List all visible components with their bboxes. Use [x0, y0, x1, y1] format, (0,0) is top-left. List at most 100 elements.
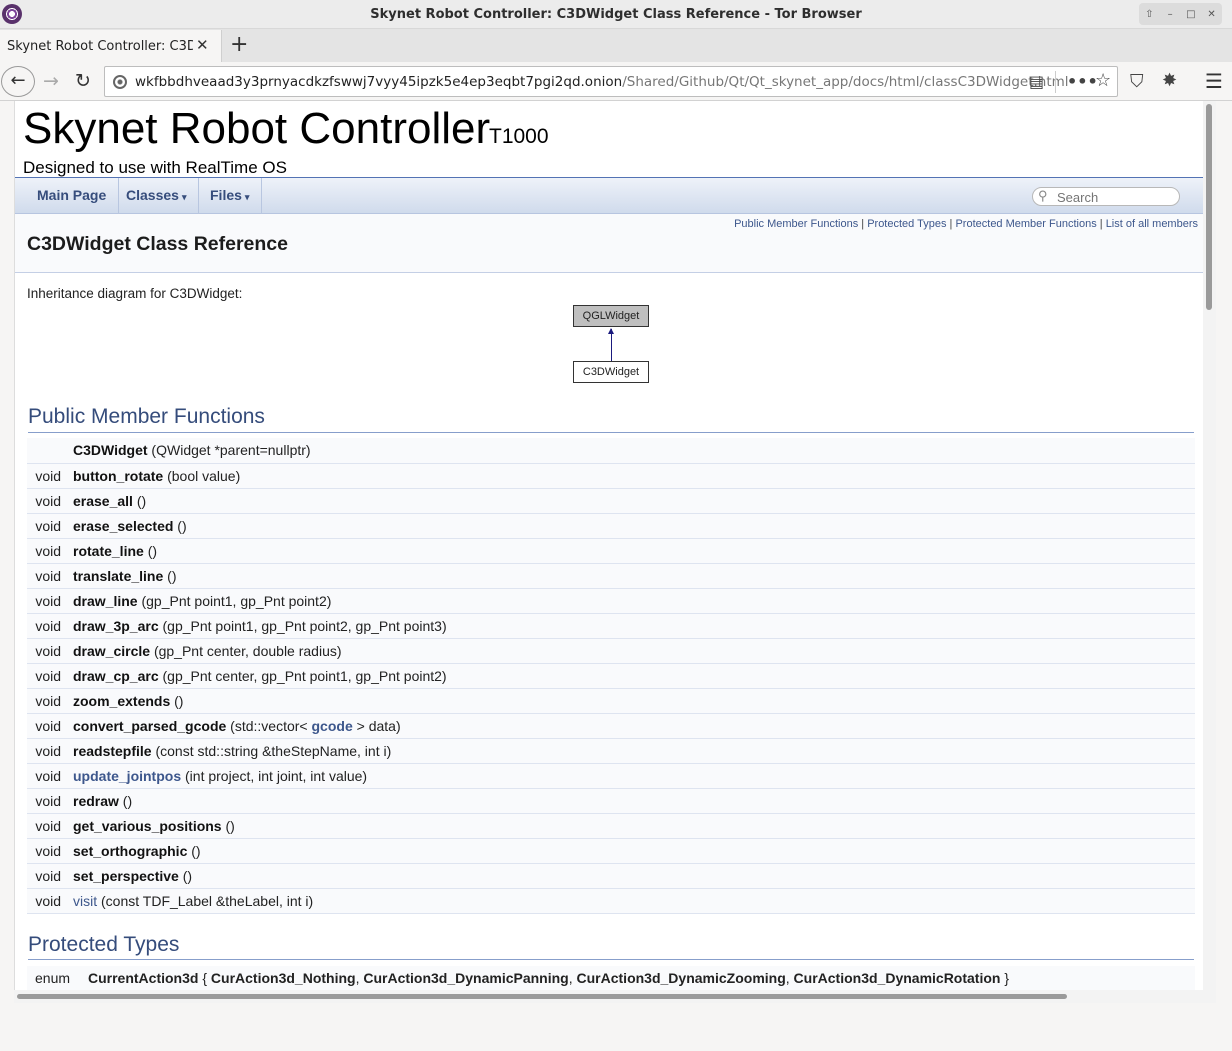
enum-brace: }: [1000, 970, 1010, 986]
tor-circuit-icon[interactable]: ✸: [1162, 70, 1177, 91]
tab-active[interactable]: Skynet Robot Controller: C3DWidget Class…: [0, 30, 222, 62]
site-info-icon[interactable]: [113, 75, 127, 89]
security-shield-icon[interactable]: ⛉: [1130, 71, 1144, 92]
member-args: (bool value): [163, 467, 241, 484]
new-tab-button[interactable]: +: [230, 32, 248, 57]
inheritance-diagram: QGLWidget C3DWidget: [573, 305, 650, 385]
enum-separator: ,: [785, 970, 794, 986]
member-args: > data): [352, 717, 401, 734]
member-type: void: [27, 488, 73, 514]
member-args: (): [143, 542, 158, 559]
member-args: (): [221, 817, 235, 834]
member-type: void: [27, 563, 73, 589]
member-row: void translate_line (): [27, 563, 1195, 589]
window-minimize-button[interactable]: –: [1162, 9, 1178, 20]
bookmark-star-icon[interactable]: ☆: [1095, 70, 1111, 91]
summary-link-all-members[interactable]: List of all members: [1106, 218, 1198, 230]
member-name-set-orthographic: set_orthographic: [73, 842, 188, 859]
window-titlebar: Skynet Robot Controller: C3DWidget Class…: [0, 0, 1232, 29]
reload-button[interactable]: ↻: [75, 69, 91, 93]
member-row: void convert_parsed_gcode (std::vector< g…: [27, 713, 1195, 739]
member-signature: visit (const TDF_Label &theLabel, int i): [73, 888, 1195, 914]
member-row: void redraw (): [27, 788, 1195, 814]
summary-link-public-member-functions[interactable]: Public Member Functions: [734, 218, 858, 230]
summary-separator: |: [858, 218, 868, 230]
enum-separator: ,: [568, 970, 577, 986]
summary-separator: |: [1096, 218, 1106, 230]
type-link-gcode[interactable]: gcode: [312, 718, 353, 734]
url-text[interactable]: wkfbbdhveaad3y3prnyacdkzfswwj7vyy45ipzk5…: [135, 74, 1069, 90]
back-button[interactable]: ←: [1, 66, 35, 97]
member-row: void visit (const TDF_Label &theLabel, in…: [27, 888, 1195, 914]
member-type: void: [27, 788, 73, 814]
member-type: void: [27, 638, 73, 664]
window-maximize-button[interactable]: □: [1183, 9, 1199, 20]
member-args: (): [132, 492, 147, 509]
member-signature: readstepfile (const std::string &theStep…: [73, 738, 1195, 764]
member-type: void: [27, 538, 73, 564]
tab-close-icon[interactable]: ✕: [196, 36, 209, 54]
member-name-rotate-line: rotate_line: [73, 542, 144, 559]
menu-main-page[interactable]: Main Page: [25, 178, 120, 214]
member-signature: convert_parsed_gcode (std::vector< gcode…: [73, 713, 1195, 739]
reader-view-icon[interactable]: ▤: [1029, 72, 1044, 91]
enum-name: CurrentAction3d: [88, 970, 199, 986]
doc-search-box[interactable]: ⚲: [1032, 187, 1180, 206]
member-table: C3DWidget (QWidget *parent=nullptr) void b…: [27, 438, 1195, 914]
window-controls: ⇧ – □ ✕: [1139, 3, 1222, 25]
doc-menubar: Main Page Classes ▾ Files ▾ ⚲: [15, 178, 1203, 214]
summary-link-protected-member-functions[interactable]: Protected Member Functions: [955, 218, 1096, 230]
navigation-toolbar: ← → ↻ wkfbbdhveaad3y3prnyacdkzfswwj7vyy4…: [0, 62, 1232, 101]
search-input[interactable]: [1057, 189, 1175, 205]
member-name-draw-3p-arc: draw_3p_arc: [73, 617, 159, 634]
member-name-visit[interactable]: visit: [73, 893, 97, 909]
member-signature: set_perspective (): [73, 863, 1195, 889]
page-actions-more-icon[interactable]: •••: [1067, 72, 1098, 91]
chevron-down-icon: ▾: [244, 192, 250, 202]
urlbar-separator: [1055, 71, 1056, 93]
diagram-arrow-icon: [608, 328, 614, 334]
vertical-scrollbar[interactable]: [1203, 101, 1216, 991]
window-shade-button[interactable]: ⇧: [1141, 9, 1157, 20]
member-type: void: [27, 613, 73, 639]
summary-links: Public Member Functions | Protected Type…: [734, 218, 1198, 230]
tab-strip: Skynet Robot Controller: C3DWidget Class…: [0, 29, 1232, 62]
forward-button[interactable]: →: [43, 69, 59, 93]
url-bar[interactable]: wkfbbdhveaad3y3prnyacdkzfswwj7vyy45ipzk5…: [104, 66, 1118, 97]
member-row: void rotate_line (): [27, 538, 1195, 564]
member-name-translate-line: translate_line: [73, 567, 164, 584]
menu-main-page-label: Main Page: [37, 187, 107, 203]
tab-label: Skynet Robot Controller: C3DWidget Class…: [7, 39, 193, 54]
member-name-c3dwidget: C3DWidget: [73, 442, 148, 459]
page-title: C3DWidget Class Reference: [27, 233, 288, 255]
member-signature: draw_circle (gp_Pnt center, double radiu…: [73, 638, 1195, 664]
summary-link-protected-types[interactable]: Protected Types: [867, 218, 946, 230]
diagram-parent-node[interactable]: QGLWidget: [573, 305, 649, 327]
member-signature: redraw (): [73, 788, 1195, 814]
menu-files-label: Files: [210, 187, 242, 203]
member-name-draw-line: draw_line: [73, 592, 138, 609]
member-row: void erase_all (): [27, 488, 1195, 514]
member-signature: draw_3p_arc (gp_Pnt point1, gp_Pnt point…: [73, 613, 1195, 639]
member-signature: button_rotate (bool value): [73, 463, 1195, 489]
member-name-draw-circle: draw_circle: [73, 642, 151, 659]
member-name-update-jointpos[interactable]: update_jointpos: [73, 768, 181, 784]
vertical-scrollbar-thumb[interactable]: [1206, 104, 1212, 310]
search-icon[interactable]: ⚲: [1038, 188, 1048, 204]
menu-classes[interactable]: Classes ▾: [114, 178, 200, 214]
member-row: void update_jointpos (int project, int jo…: [27, 763, 1195, 789]
member-type: void: [27, 763, 73, 789]
member-name-erase-selected: erase_selected: [73, 517, 174, 534]
member-args: (): [163, 567, 177, 584]
member-type: void: [27, 863, 73, 889]
horizontal-scrollbar[interactable]: [14, 990, 1216, 1003]
member-row: void get_various_positions (): [27, 813, 1195, 839]
menu-files[interactable]: Files ▾: [198, 178, 263, 214]
menu-classes-label: Classes: [126, 187, 179, 203]
horizontal-scrollbar-thumb[interactable]: [17, 994, 1067, 999]
project-name: Skynet Robot Controller: [23, 104, 491, 153]
member-args: (): [118, 792, 133, 809]
hamburger-menu-icon[interactable]: ☰: [1205, 69, 1223, 93]
window-close-button[interactable]: ✕: [1204, 9, 1220, 20]
enum-declaration: CurrentAction3d { CurAction3d_Nothing, C…: [88, 970, 1009, 986]
